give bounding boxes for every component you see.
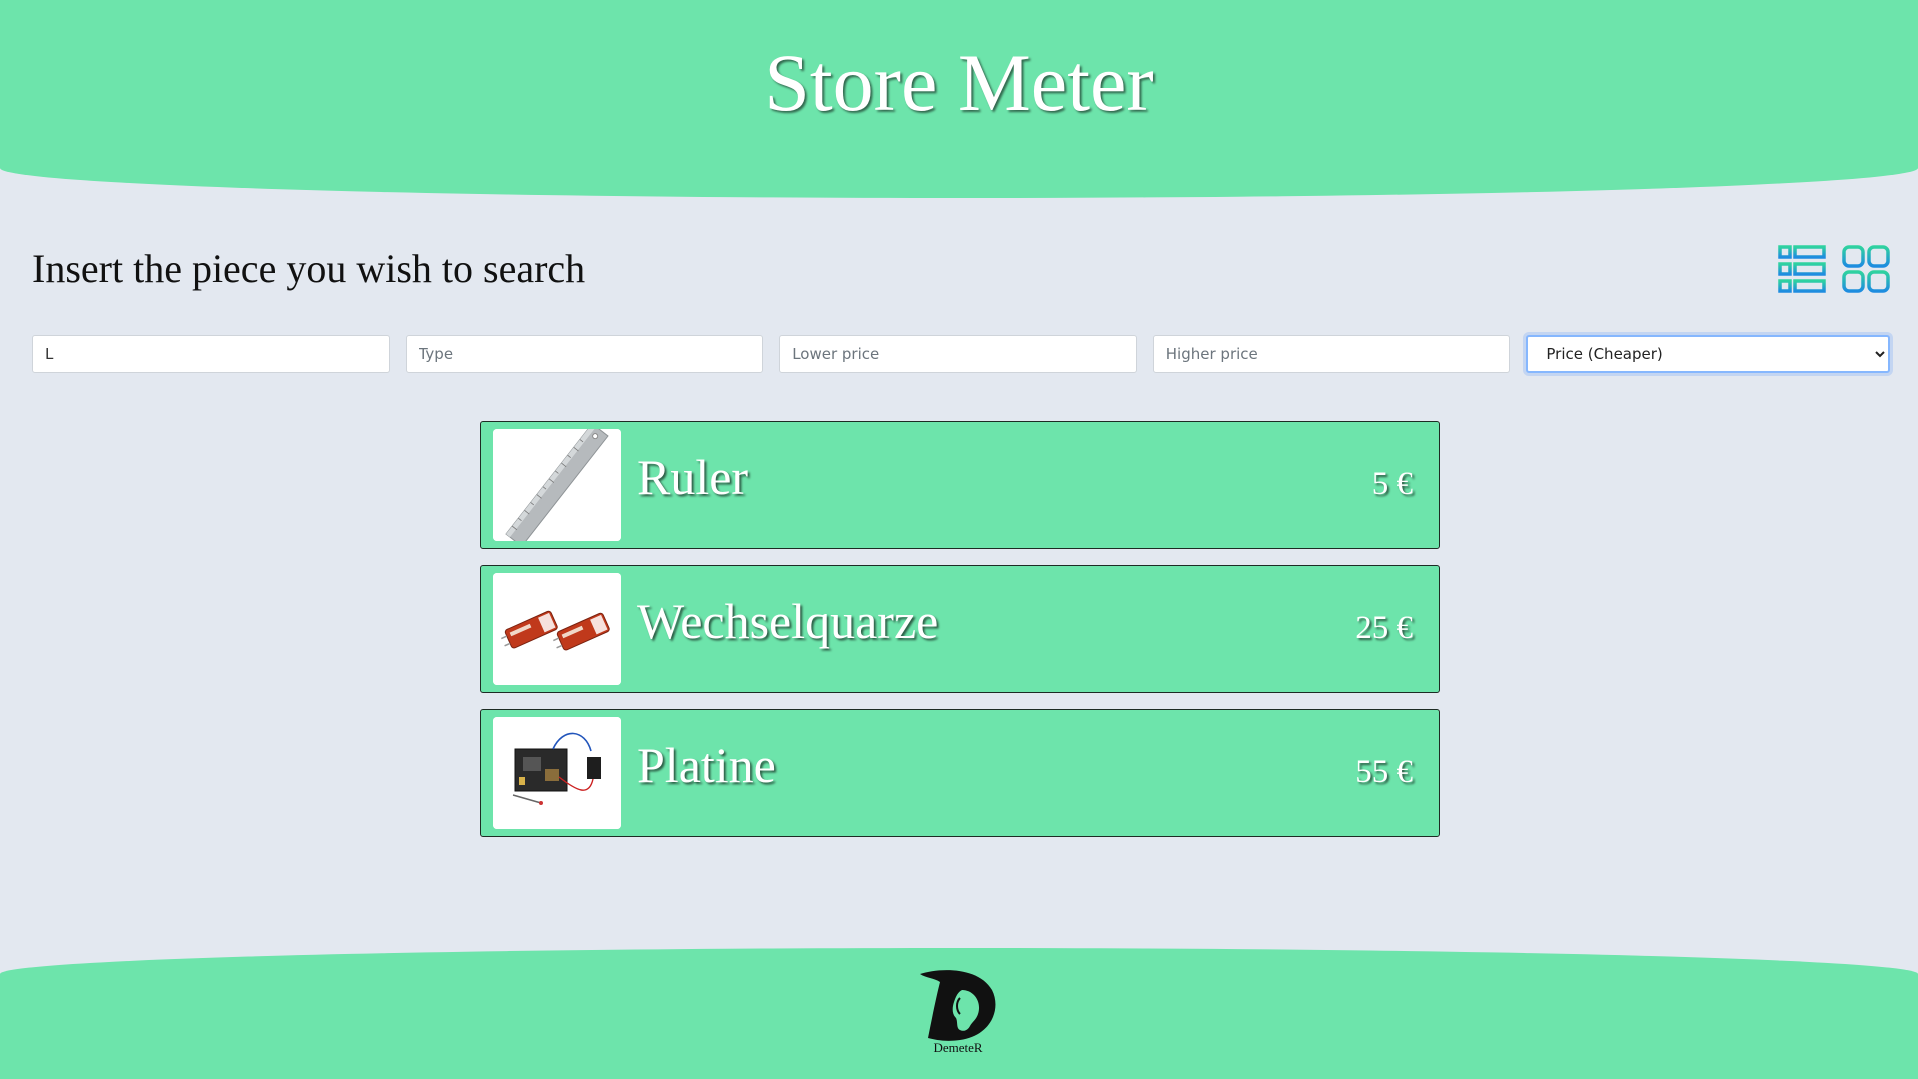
product-card[interactable]: Ruler 5 € bbox=[480, 421, 1440, 549]
logo-text: DemeteR bbox=[933, 1040, 983, 1055]
product-price: 25 € bbox=[1355, 610, 1413, 646]
demeter-logo: DemeteR bbox=[914, 968, 1002, 1058]
type-input[interactable] bbox=[405, 335, 764, 373]
site-footer: DemeteR bbox=[0, 948, 1918, 1079]
product-card[interactable]: Wechselquarze 25 € bbox=[480, 565, 1440, 693]
sort-select[interactable]: Price (Cheaper) bbox=[1526, 335, 1890, 373]
ruler-image bbox=[493, 429, 621, 541]
lower-price-input[interactable] bbox=[779, 335, 1137, 373]
circuit-board-image bbox=[493, 717, 621, 829]
name-search-input[interactable] bbox=[32, 335, 390, 373]
product-card[interactable]: Platine 55 € bbox=[480, 709, 1440, 837]
product-name: Ruler bbox=[637, 449, 749, 505]
crystal-oscillator-image bbox=[493, 573, 621, 685]
view-toggle-group bbox=[1778, 245, 1890, 293]
site-title: Store Meter bbox=[764, 37, 1154, 128]
product-list: Ruler 5 € Wechselquarze 25 € Platine 55 … bbox=[480, 421, 1440, 853]
product-price: 5 € bbox=[1371, 466, 1413, 502]
higher-price-input[interactable] bbox=[1152, 335, 1511, 373]
site-header: Store Meter bbox=[0, 0, 1918, 198]
search-heading: Insert the piece you wish to search bbox=[32, 246, 586, 291]
grid-view-icon[interactable] bbox=[1842, 245, 1890, 293]
product-price: 55 € bbox=[1355, 754, 1413, 790]
product-name: Wechselquarze bbox=[637, 593, 939, 649]
demeter-logo-icon bbox=[920, 970, 996, 1041]
list-view-icon[interactable] bbox=[1778, 245, 1826, 293]
product-name: Platine bbox=[637, 737, 776, 793]
search-filters: Price (Cheaper) bbox=[32, 335, 1890, 373]
